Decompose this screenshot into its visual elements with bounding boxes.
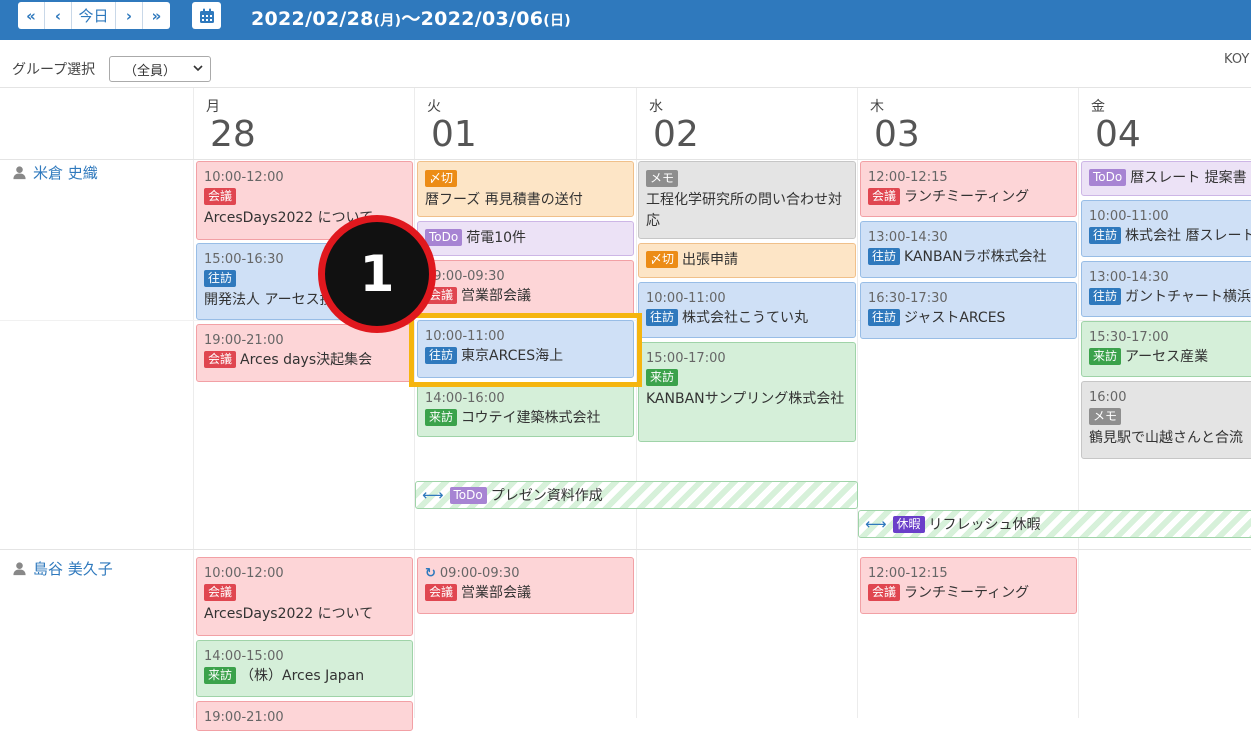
multi-day-event[interactable]: ⟷ 休暇 リフレッシュ休暇 (858, 510, 1251, 538)
schedule-event[interactable]: 10:00-11:00 往訪 株式会社 暦スレート (1081, 200, 1251, 257)
schedule-event[interactable]: 16:30-17:30 往訪 ジャストARCES (860, 282, 1077, 339)
group-select-dropdown[interactable]: （全員） (109, 56, 211, 82)
grid-divider (1078, 88, 1079, 718)
group-select-label: グループ選択 (12, 62, 96, 78)
grid-divider (193, 88, 194, 718)
multi-day-event[interactable]: ⟷ ToDo プレゼン資料作成 (415, 481, 858, 509)
schedule-event[interactable]: ↻ 09:00-09:30 会議 営業部会議 (417, 557, 634, 614)
schedule-event[interactable]: メモ 工程化学研究所の問い合わせ対応 (638, 161, 856, 239)
prev-day-button[interactable]: ‹ (45, 2, 72, 29)
grid-divider (414, 88, 415, 718)
user-name-link[interactable]: 米倉 史織 (12, 162, 98, 183)
schedule-event[interactable]: 〆切 暦フーズ 再見積書の送付 (417, 161, 634, 217)
next-week-button[interactable]: » (143, 2, 170, 29)
double-arrow-icon: ⟷ (422, 486, 444, 504)
schedule-event[interactable]: ToDo 荷電10件 (417, 221, 634, 256)
grid-divider (857, 88, 858, 718)
schedule-event[interactable]: 09:00-09:30 会議 営業部会議 (417, 260, 634, 316)
date-navigation: « ‹ 今日 › » (18, 2, 170, 29)
schedule-event[interactable]: 10:00-12:00 会議 ArcesDays2022 について (196, 557, 413, 636)
grid-divider (0, 159, 1251, 160)
schedule-event[interactable]: 13:00-14:30 往訪 ガントチャート横浜 (1081, 261, 1251, 317)
schedule-event[interactable]: 14:00-16:00 来訪 コウテイ建築株式会社 (417, 382, 634, 437)
highlight-frame (409, 313, 642, 387)
day-header-thu[interactable]: 木 03 (858, 88, 1058, 160)
filter-bar: グループ選択 （全員） KOY (0, 40, 1251, 88)
schedule-event[interactable]: 14:00-15:00 来訪 （株）Arces Japan (196, 640, 413, 697)
day-header-wed[interactable]: 水 02 (637, 88, 837, 160)
schedule-event[interactable]: 〆切 出張申請 (638, 243, 856, 278)
schedule-event[interactable]: 13:00-14:30 往訪 KANBANラボ株式会社 (860, 221, 1077, 278)
step-number-badge: 1 (318, 215, 436, 333)
day-header-fri[interactable]: 金 04 (1079, 88, 1251, 160)
user-name-link[interactable]: 島谷 美久子 (12, 558, 113, 579)
next-day-button[interactable]: › (116, 2, 143, 29)
user-icon (13, 562, 26, 576)
today-button[interactable]: 今日 (72, 2, 116, 29)
schedule-event[interactable]: 16:00 メモ 鶴見駅で山越さんと合流 (1081, 381, 1251, 459)
calendar-picker-button[interactable] (192, 2, 221, 29)
double-arrow-icon: ⟷ (865, 515, 887, 533)
schedule-event[interactable]: 12:00-12:15 会議 ランチミーティング (860, 161, 1077, 217)
schedule-event[interactable]: 12:00-12:15 会議 ランチミーティング (860, 557, 1077, 614)
schedule-event[interactable]: ToDo 暦スレート 提案書 (1081, 161, 1251, 196)
user-icon (13, 166, 26, 180)
calendar-icon (199, 8, 214, 23)
day-header-mon[interactable]: 月 28 (194, 88, 394, 160)
grid-divider (0, 549, 1251, 550)
prev-week-button[interactable]: « (18, 2, 45, 29)
grid-divider (636, 88, 637, 718)
schedule-event[interactable]: 15:30-17:00 来訪 アーセス産業 (1081, 321, 1251, 377)
day-header-tue[interactable]: 火 01 (415, 88, 615, 160)
date-range-title: 2022/02/28(月)～2022/03/06(日) (251, 8, 571, 30)
schedule-event[interactable]: 10:00-11:00 往訪 株式会社こうてい丸 (638, 282, 856, 338)
schedule-event[interactable]: 15:00-17:00 来訪 KANBANサンプリング株式会社 (638, 342, 856, 442)
top-toolbar: « ‹ 今日 › » 2022/02/28(月)～2022/03/06(日) (0, 0, 1251, 40)
schedule-event[interactable]: 19:00-21:00 (196, 701, 413, 731)
repeat-icon: ↻ (425, 566, 436, 581)
chevron-down-icon (193, 65, 203, 72)
user-code: KOY (1224, 52, 1250, 67)
